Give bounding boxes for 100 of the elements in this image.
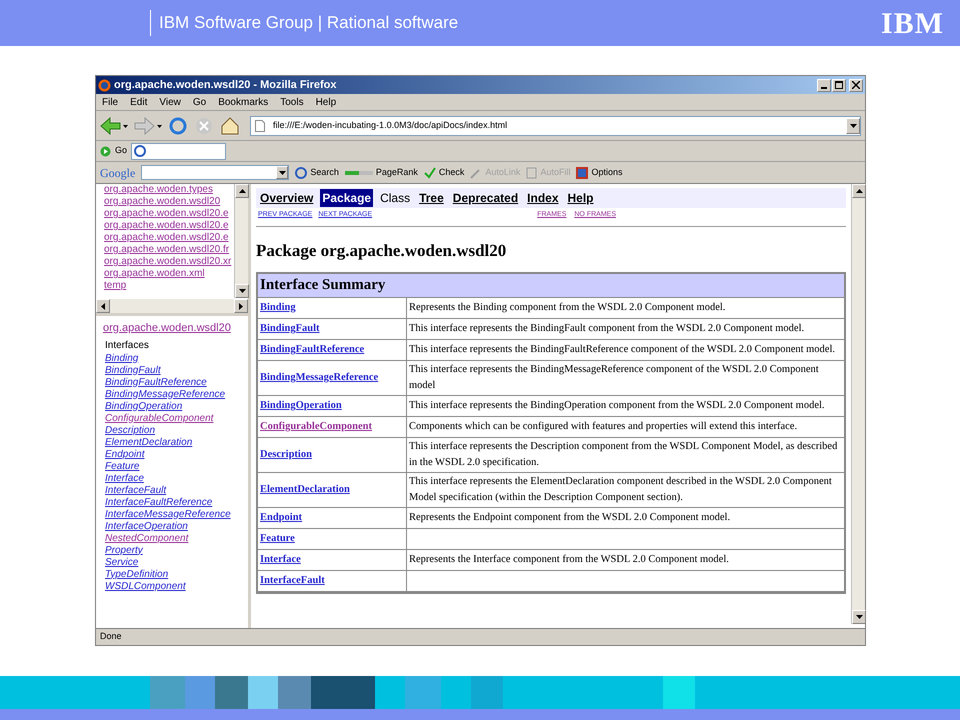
package-title-link[interactable]: org.apache.woden.wsdl20 bbox=[103, 320, 248, 336]
frame-link[interactable]: org.apache.woden.wsdl20.fr bbox=[104, 244, 234, 256]
class-list-link[interactable]: BindingMessageReference bbox=[103, 388, 248, 400]
table-cell-text: Represents the Binding component from the WSDL 2.0 Component model. bbox=[409, 301, 726, 315]
summary-link[interactable]: ConfigurableComponent bbox=[260, 419, 372, 435]
summary-link[interactable]: ElementDeclaration bbox=[260, 482, 350, 498]
summary-link[interactable]: BindingFault bbox=[260, 321, 320, 337]
class-list-link[interactable]: WSDLComponent bbox=[103, 580, 248, 592]
frame-link[interactable]: org.apache.woden.xml bbox=[104, 268, 234, 280]
table-cell-text: This interface represents the BindingFaultReference component of the WSDL 2.0 Component model. bbox=[409, 343, 836, 357]
toolbar-button[interactable]: Options bbox=[576, 166, 622, 180]
scrollbar[interactable] bbox=[851, 184, 865, 624]
summary-link[interactable]: Binding bbox=[260, 300, 296, 316]
menu-item[interactable]: View bbox=[159, 94, 181, 110]
class-list-link[interactable]: BindingOperation bbox=[103, 400, 248, 412]
summary-link[interactable]: InterfaceFault bbox=[260, 573, 325, 589]
dropdown-button[interactable] bbox=[276, 166, 288, 179]
summary-link[interactable]: Endpoint bbox=[260, 510, 302, 526]
class-list-link[interactable]: ElementDeclaration bbox=[103, 436, 248, 448]
class-list-link[interactable]: BindingFault bbox=[103, 364, 248, 376]
class-list-link[interactable]: InterfaceOperation bbox=[103, 520, 248, 532]
scroll-left-button[interactable] bbox=[96, 299, 110, 313]
nav-link[interactable]: Package bbox=[320, 189, 374, 207]
summary-link[interactable]: BindingFaultReference bbox=[260, 342, 364, 358]
nav-link[interactable]: Index bbox=[525, 189, 560, 207]
address-text: file:///E:/woden-incubating-1.0.0M3/doc/apiDocs/index.html bbox=[273, 118, 508, 132]
frame-link[interactable]: org.apache.woden.wsdl20 bbox=[104, 196, 234, 208]
close-button[interactable] bbox=[849, 78, 863, 92]
summary-link[interactable]: Description bbox=[260, 447, 312, 463]
class-list-link[interactable]: InterfaceFaultReference bbox=[103, 496, 248, 508]
summary-link[interactable]: Interface bbox=[260, 552, 301, 568]
google-search-field[interactable] bbox=[141, 165, 290, 180]
maximize-icon bbox=[835, 81, 843, 89]
frame-link[interactable]: org.apache.woden.wsdl20.e bbox=[104, 208, 234, 220]
toolbar-button[interactable]: PageRank bbox=[344, 166, 418, 180]
summary-link[interactable]: BindingMessageReference bbox=[260, 370, 378, 386]
scroll-right-button[interactable] bbox=[234, 299, 248, 313]
class-list-link[interactable]: Endpoint bbox=[103, 448, 248, 460]
menu-item[interactable]: Tools bbox=[280, 94, 304, 110]
class-list-link[interactable]: TypeDefinition bbox=[103, 568, 248, 580]
photo-placeholder bbox=[150, 676, 185, 709]
go-button[interactable]: Go bbox=[115, 144, 128, 158]
class-list-link[interactable]: Description bbox=[103, 424, 248, 436]
scroll-up-button[interactable] bbox=[235, 184, 249, 198]
scrollbar[interactable] bbox=[234, 184, 248, 298]
table-cell-text: This interface represents the Description component from the WSDL Component Model, as described in the WSDL 2.0 specification. bbox=[409, 440, 838, 470]
left-arrow-icon bbox=[101, 302, 105, 310]
class-list-link[interactable]: Feature bbox=[103, 460, 248, 472]
horizontal-scrollbar[interactable] bbox=[96, 299, 248, 313]
back-arrow-icon[interactable] bbox=[100, 116, 128, 134]
toolbar-button[interactable]: Check bbox=[424, 166, 464, 180]
menu-item[interactable]: Bookmarks bbox=[218, 94, 268, 110]
nav-link[interactable]: Help bbox=[566, 189, 596, 207]
class-list-link[interactable]: InterfaceFault bbox=[103, 484, 248, 496]
menu-item[interactable]: File bbox=[102, 94, 118, 110]
section-label: Interfaces bbox=[104, 338, 150, 352]
down-arrow-icon bbox=[278, 170, 286, 174]
table-cell-text: Represents the Interface component from the WSDL 2.0 Component model. bbox=[409, 553, 729, 567]
form-icon bbox=[526, 166, 538, 178]
class-list-link[interactable]: InterfaceMessageReference bbox=[103, 508, 248, 520]
dropdown-button[interactable] bbox=[846, 118, 860, 134]
up-arrow-icon bbox=[238, 189, 246, 193]
table-cell-text: This interface represents the BindingFault component from the WSDL 2.0 Component model. bbox=[409, 322, 804, 336]
menu-item[interactable]: Help bbox=[316, 94, 336, 110]
reload-icon[interactable] bbox=[168, 116, 188, 136]
menu-item[interactable]: Edit bbox=[130, 94, 148, 110]
class-list-link[interactable]: Property bbox=[103, 544, 248, 556]
scroll-up-button[interactable] bbox=[852, 184, 866, 198]
photo-placeholder bbox=[185, 676, 215, 709]
maximize-button[interactable] bbox=[832, 78, 846, 92]
toolbar-button[interactable]: Search bbox=[295, 166, 339, 180]
scroll-down-button[interactable] bbox=[852, 610, 866, 624]
address-field[interactable]: file:///E:/woden-incubating-1.0.0M3/doc/apiDocs/index.html bbox=[250, 116, 861, 136]
up-arrow-icon bbox=[856, 189, 862, 193]
class-list-link[interactable]: ConfigurableComponent bbox=[103, 412, 248, 424]
class-list-link[interactable]: Binding bbox=[103, 352, 248, 364]
scroll-down-button[interactable] bbox=[235, 284, 249, 298]
down-arrow-icon bbox=[856, 615, 862, 619]
right-arrow-icon bbox=[239, 302, 243, 310]
frame-link[interactable]: org.apache.woden.wsdl20.xr bbox=[104, 256, 234, 268]
class-list-link[interactable]: NestedComponent bbox=[103, 532, 248, 544]
go-field[interactable] bbox=[131, 142, 226, 160]
class-list-link[interactable]: BindingFaultReference bbox=[103, 376, 248, 388]
frame-link[interactable]: temp bbox=[104, 280, 234, 292]
menu-item[interactable]: Go bbox=[192, 94, 206, 110]
class-list-link[interactable]: Interface bbox=[103, 472, 248, 484]
ibm-logo: IBM bbox=[881, 6, 944, 42]
frame-link[interactable]: org.apache.woden.types bbox=[104, 184, 234, 196]
photo-placeholder bbox=[471, 676, 503, 709]
class-list-link[interactable]: Service bbox=[103, 556, 248, 568]
frame-link[interactable]: org.apache.woden.wsdl20.e bbox=[104, 220, 234, 232]
page-icon bbox=[255, 120, 265, 132]
nav-link[interactable]: Overview bbox=[258, 189, 316, 207]
summary-link[interactable]: Feature bbox=[260, 531, 295, 547]
summary-link[interactable]: BindingOperation bbox=[260, 398, 342, 414]
minimize-button[interactable] bbox=[817, 78, 831, 92]
home-icon[interactable] bbox=[220, 116, 240, 136]
nav-link[interactable]: Tree bbox=[417, 189, 446, 207]
nav-link[interactable]: Deprecated bbox=[450, 189, 520, 207]
frame-link[interactable]: org.apache.woden.wsdl20.e bbox=[104, 232, 234, 244]
